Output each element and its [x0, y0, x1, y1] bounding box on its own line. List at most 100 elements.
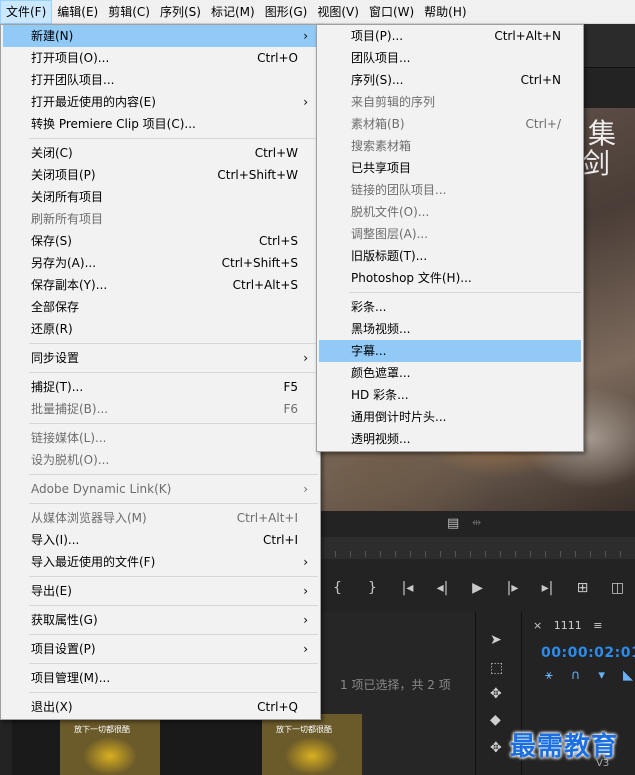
- ripple-edit-icon[interactable]: ✥: [490, 686, 502, 702]
- time-ruler[interactable]: [320, 537, 635, 559]
- add-marker-icon[interactable]: ▾: [598, 668, 605, 683]
- menu-item[interactable]: 黑场视频...: [319, 318, 581, 340]
- menu-item[interactable]: 全部保存: [3, 296, 318, 318]
- menu-item-label: 关闭(C): [31, 146, 73, 160]
- mark-in-icon[interactable]: {: [320, 580, 355, 596]
- menu-item[interactable]: 字幕...: [319, 340, 581, 362]
- menu-item[interactable]: 新建(N) ›: [3, 25, 318, 47]
- timeline-tab[interactable]: × 1111 ≡: [533, 619, 602, 632]
- menu-item[interactable]: 项目管理(M)...: [3, 667, 318, 689]
- menu-separator: [29, 372, 318, 373]
- menu-item[interactable]: 同步设置 ›: [3, 347, 318, 369]
- menu-item-label: 设为脱机(O)...: [31, 453, 110, 467]
- menu-item: 搜索素材箱: [319, 135, 581, 157]
- menu-item: 来自剪辑的序列: [319, 91, 581, 113]
- menu-separator: [29, 423, 318, 424]
- menu-item[interactable]: 关闭项目(P) Ctrl+Shift+W: [3, 164, 318, 186]
- export-frame-icon[interactable]: ◫: [600, 580, 635, 596]
- menu-item[interactable]: 项目设置(P) ›: [3, 638, 318, 660]
- slip-tool-icon[interactable]: ✥: [490, 740, 502, 756]
- submenu-arrow-icon: ›: [303, 555, 308, 569]
- menu-item[interactable]: 导入最近使用的文件(F) ›: [3, 551, 318, 573]
- panel-menu-icon[interactable]: ≡: [593, 619, 602, 632]
- menu-item-label: 打开团队项目...: [31, 73, 115, 87]
- menu-item[interactable]: 保存副本(Y)... Ctrl+Alt+S: [3, 274, 318, 296]
- menu-item-label: 保存(S): [31, 234, 72, 248]
- menubar-item[interactable]: 编辑(E): [52, 0, 103, 24]
- play-icon[interactable]: ▶: [460, 580, 495, 596]
- step-back-icon[interactable]: ◂|: [425, 580, 460, 596]
- menubar-item[interactable]: 剪辑(C): [103, 0, 155, 24]
- menu-item[interactable]: 转换 Premiere Clip 项目(C)...: [3, 113, 318, 135]
- menu-item[interactable]: 打开团队项目...: [3, 69, 318, 91]
- menu-item: 刷新所有项目: [3, 208, 318, 230]
- menu-item-shortcut: Ctrl+O: [257, 51, 298, 65]
- menu-item[interactable]: Photoshop 文件(H)...: [319, 267, 581, 289]
- menu-item-label: 项目管理(M)...: [31, 671, 111, 685]
- menu-item-label: 从媒体浏览器导入(M): [31, 511, 147, 525]
- go-to-in-icon[interactable]: |◂: [390, 580, 425, 596]
- menu-item[interactable]: 导入(I)... Ctrl+I: [3, 529, 318, 551]
- trim-icon[interactable]: ⇹: [472, 516, 481, 529]
- menu-item-shortcut: Ctrl+I: [263, 533, 298, 547]
- menu-item-label: Photoshop 文件(H)...: [351, 271, 472, 285]
- mark-out-icon[interactable]: }: [355, 580, 390, 596]
- menu-item[interactable]: 关闭(C) Ctrl+W: [3, 142, 318, 164]
- menu-item[interactable]: 彩条...: [319, 296, 581, 318]
- menubar-item[interactable]: 文件(F): [0, 0, 53, 24]
- linked-selection-icon[interactable]: ∩: [571, 668, 581, 683]
- insert-icon[interactable]: ⊞: [565, 580, 600, 596]
- menu-item[interactable]: 团队项目...: [319, 47, 581, 69]
- menubar-item[interactable]: 序列(S): [155, 0, 206, 24]
- menu-item[interactable]: 旧版标题(T)...: [319, 245, 581, 267]
- playhead-timecode[interactable]: 00:00:02:01: [541, 645, 635, 661]
- menubar-item[interactable]: 视图(V): [312, 0, 364, 24]
- monitor-controls-bar: ▤ ⇹: [320, 511, 635, 537]
- menu-item[interactable]: 捕捉(T)... F5: [3, 376, 318, 398]
- menu-item-shortcut: Ctrl+Alt+I: [236, 511, 298, 525]
- menu-item[interactable]: 打开项目(O)... Ctrl+O: [3, 47, 318, 69]
- menu-item[interactable]: 项目(P)... Ctrl+Alt+N: [319, 25, 581, 47]
- menu-item[interactable]: 打开最近使用的内容(E) ›: [3, 91, 318, 113]
- menu-item[interactable]: 颜色遮罩...: [319, 362, 581, 384]
- menu-item: 链接的团队项目...: [319, 179, 581, 201]
- selection-tool-icon[interactable]: ➤: [490, 632, 502, 648]
- menu-item[interactable]: 通用倒计时片头...: [319, 406, 581, 428]
- menu-item[interactable]: 退出(X) Ctrl+Q: [3, 696, 318, 718]
- menu-item-label: 项目(P)...: [351, 29, 404, 43]
- menu-item: Adobe Dynamic Link(K) ›: [3, 478, 318, 500]
- menu-separator: [29, 138, 318, 139]
- go-to-out-icon[interactable]: ▸|: [530, 580, 565, 596]
- menu-item-label: 彩条...: [351, 300, 387, 314]
- menu-item-label: HD 彩条...: [351, 388, 409, 402]
- menu-item[interactable]: 获取属性(G) ›: [3, 609, 318, 631]
- menu-item[interactable]: 导出(E) ›: [3, 580, 318, 602]
- razor-tool-icon[interactable]: ◆: [490, 712, 501, 728]
- step-forward-icon[interactable]: |▸: [495, 580, 530, 596]
- menu-item-label: 保存副本(Y)...: [31, 278, 108, 292]
- submenu-arrow-icon: ›: [303, 29, 308, 43]
- menu-item-label: 项目设置(P): [31, 642, 96, 656]
- menubar-item[interactable]: 标记(M): [206, 0, 260, 24]
- menu-item[interactable]: 已共享项目: [319, 157, 581, 179]
- snap-icon[interactable]: ⚹: [545, 668, 553, 683]
- menu-item[interactable]: 另存为(A)... Ctrl+Shift+S: [3, 252, 318, 274]
- menu-item[interactable]: 序列(S)... Ctrl+N: [319, 69, 581, 91]
- menubar-item[interactable]: 图形(G): [260, 0, 313, 24]
- menubar-item[interactable]: 窗口(W): [364, 0, 419, 24]
- menu-separator: [29, 692, 318, 693]
- menu-item[interactable]: 关闭所有项目: [3, 186, 318, 208]
- menu-item[interactable]: 透明视频...: [319, 428, 581, 450]
- menu-item-shortcut: F6: [283, 402, 298, 416]
- menu-item[interactable]: 保存(S) Ctrl+S: [3, 230, 318, 252]
- film-icon[interactable]: ▤: [447, 516, 459, 531]
- menu-item[interactable]: HD 彩条...: [319, 384, 581, 406]
- menubar-item[interactable]: 帮助(H): [419, 0, 471, 24]
- menu-bar: 文件(F) 编辑(E) 剪辑(C) 序列(S) 标记(M) 图形(G) 视图(V) 窗口(W)…: [0, 0, 635, 24]
- menu-item-label: 批量捕捉(B)...: [31, 402, 109, 416]
- track-select-icon[interactable]: ⬚: [490, 660, 503, 676]
- menu-item[interactable]: 还原(R): [3, 318, 318, 340]
- close-icon[interactable]: ×: [533, 619, 542, 632]
- settings-icon[interactable]: ◣: [623, 668, 633, 683]
- video-caption-char: 剑: [582, 147, 611, 180]
